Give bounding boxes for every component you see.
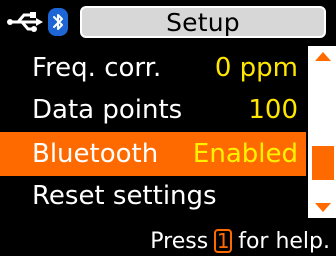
- status-icons: [6, 6, 80, 38]
- header-bar: Setup: [0, 0, 336, 42]
- help-suffix: for help.: [238, 228, 330, 254]
- menu-item-reset-settings[interactable]: Reset settings: [0, 174, 306, 218]
- help-key-indicator: 1: [214, 229, 233, 253]
- menu-item-label: Data points: [32, 95, 183, 125]
- usb-icon: [7, 12, 43, 32]
- menu-item-value: 0 ppm: [214, 53, 298, 83]
- setup-menu: Freq. corr. 0 ppm Data points 100 Blueto…: [0, 46, 306, 228]
- menu-item-label: Bluetooth: [32, 139, 159, 169]
- menu-scrollbar[interactable]: [306, 46, 336, 218]
- help-hint: Press 1 for help.: [150, 226, 330, 256]
- scrollbar-thumb[interactable]: [312, 146, 334, 180]
- menu-item-value: 100: [248, 95, 298, 125]
- menu-item-freq-corr[interactable]: Freq. corr. 0 ppm: [0, 46, 306, 90]
- footer-help: Press 1 for help.: [0, 226, 336, 256]
- help-prefix: Press: [150, 228, 209, 254]
- menu-item-data-points[interactable]: Data points 100: [0, 88, 306, 132]
- menu-item-value: Enabled: [192, 139, 298, 169]
- page-title-text: Setup: [166, 7, 240, 37]
- bluetooth-badge: [48, 8, 68, 36]
- menu-item-label: Reset settings: [32, 181, 217, 211]
- up-arrow-icon[interactable]: [314, 50, 332, 62]
- page-title: Setup: [80, 6, 326, 38]
- menu-item-bluetooth[interactable]: Bluetooth Enabled: [0, 132, 306, 176]
- down-arrow-icon[interactable]: [314, 202, 332, 214]
- bluetooth-icon: [53, 14, 63, 30]
- menu-item-label: Freq. corr.: [32, 53, 162, 83]
